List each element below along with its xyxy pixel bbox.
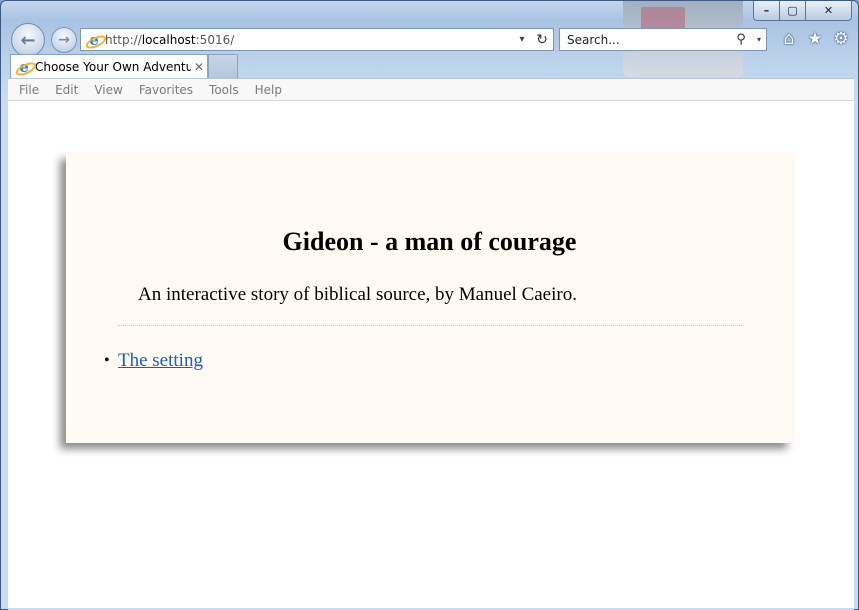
minimize-button[interactable]: – (753, 1, 780, 21)
new-tab-button[interactable] (208, 54, 238, 78)
menu-help[interactable]: Help (255, 83, 282, 97)
page-viewport: Gideon - a man of courage An interactive… (8, 101, 854, 608)
refresh-icon[interactable]: ↻ (531, 32, 553, 48)
url-host: localhost (141, 32, 196, 47)
page-subtitle: An interactive story of biblical source,… (138, 284, 577, 305)
browser-tool-icons: ⌂ ★ ⚙ (779, 29, 851, 49)
forward-arrow-icon: → (58, 32, 70, 48)
tab-choose-your-own-adventure[interactable]: e Choose Your Own Adventure ✕ (10, 54, 208, 78)
story-card: Gideon - a man of courage An interactive… (66, 153, 793, 443)
bullet-icon: • (104, 352, 110, 369)
divider (118, 325, 744, 326)
back-arrow-icon: ← (20, 29, 36, 51)
search-box[interactable]: ⚲ ▾ (559, 28, 767, 51)
menu-edit[interactable]: Edit (55, 83, 78, 97)
menu-favorites[interactable]: Favorites (139, 83, 193, 97)
back-button[interactable]: ← (11, 23, 45, 57)
maximize-button[interactable]: ▢ (780, 1, 806, 21)
address-dropdown-icon[interactable]: ▾ (513, 34, 531, 45)
menu-file[interactable]: File (19, 83, 39, 97)
menu-bar: File Edit View Favorites Tools Help (8, 78, 854, 101)
window-caption-buttons: – ▢ ✕ (753, 1, 852, 21)
address-bar[interactable]: e http://localhost:5016/ ▾ ↻ (80, 28, 554, 51)
list-item: • The setting (104, 350, 203, 372)
home-icon[interactable]: ⌂ (779, 29, 799, 49)
search-input[interactable] (567, 32, 730, 47)
search-icon[interactable]: ⚲ (730, 32, 752, 47)
menu-view[interactable]: View (94, 83, 122, 97)
favorites-star-icon[interactable]: ★ (805, 29, 825, 49)
close-tab-icon[interactable]: ✕ (191, 60, 207, 74)
url-prefix: http:// (105, 32, 142, 47)
tab-label: Choose Your Own Adventure (35, 59, 191, 74)
ie-tab-icon: e (16, 59, 32, 75)
gear-icon[interactable]: ⚙ (831, 29, 851, 49)
url-suffix: :5016/ (195, 32, 235, 47)
address-url[interactable]: http://localhost:5016/ (105, 33, 513, 47)
forward-button[interactable]: → (51, 27, 77, 53)
ie-page-icon: e (86, 32, 102, 48)
link-the-setting[interactable]: The setting (118, 350, 203, 372)
menu-tools[interactable]: Tools (209, 83, 239, 97)
close-window-button[interactable]: ✕ (806, 1, 852, 21)
page-title: Gideon - a man of courage (282, 227, 577, 256)
search-dropdown-icon[interactable]: ▾ (752, 35, 766, 44)
chapter-list: • The setting (104, 350, 203, 372)
browser-window: – ▢ ✕ ← → e http://localhost:5016/ ▾ ↻ ⚲… (0, 0, 859, 610)
